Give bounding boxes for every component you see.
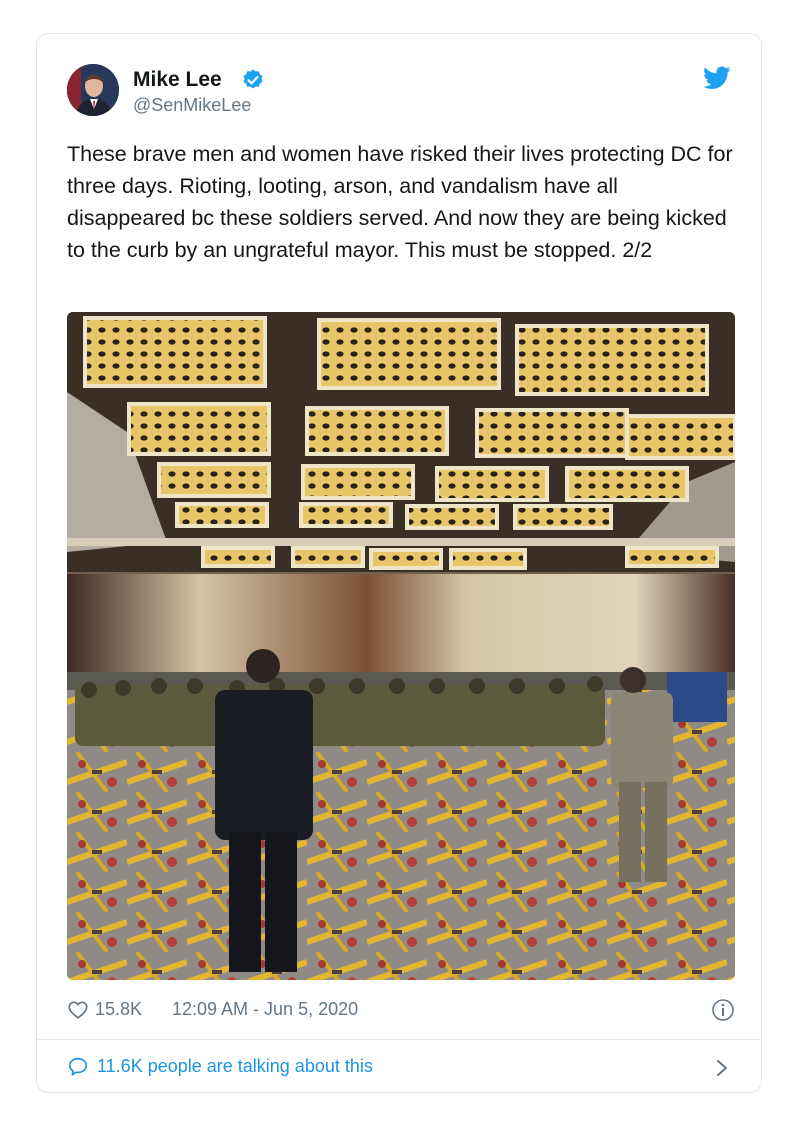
verified-badge-icon (243, 69, 263, 89)
heart-icon[interactable] (67, 999, 89, 1021)
tweet-photo[interactable] (67, 312, 735, 980)
info-icon[interactable] (711, 998, 735, 1022)
display-name[interactable]: Mike Lee (133, 68, 222, 92)
like-count[interactable]: 15.8K (95, 999, 142, 1020)
user-handle[interactable]: @SenMikeLee (133, 95, 251, 116)
conversation-label[interactable]: 11.6K people are talking about this (97, 1056, 373, 1077)
ballroom-photo-image (67, 312, 735, 980)
conversation-link[interactable]: 11.6K people are talking about this (67, 1052, 735, 1082)
tweet-text: These brave men and women have risked th… (67, 142, 733, 262)
avatar[interactable] (67, 64, 119, 116)
divider (37, 1039, 761, 1040)
tweet-card: Mike Lee @SenMikeLee These brave men and… (36, 33, 762, 1093)
twitter-bird-icon[interactable] (703, 66, 731, 90)
speech-bubble-icon (68, 1057, 88, 1076)
timestamp[interactable]: 12:09 AM - Jun 5, 2020 (172, 999, 358, 1020)
chevron-right-icon[interactable] (715, 1058, 729, 1078)
tweet-meta: 15.8K 12:09 AM - Jun 5, 2020 (67, 996, 735, 1026)
